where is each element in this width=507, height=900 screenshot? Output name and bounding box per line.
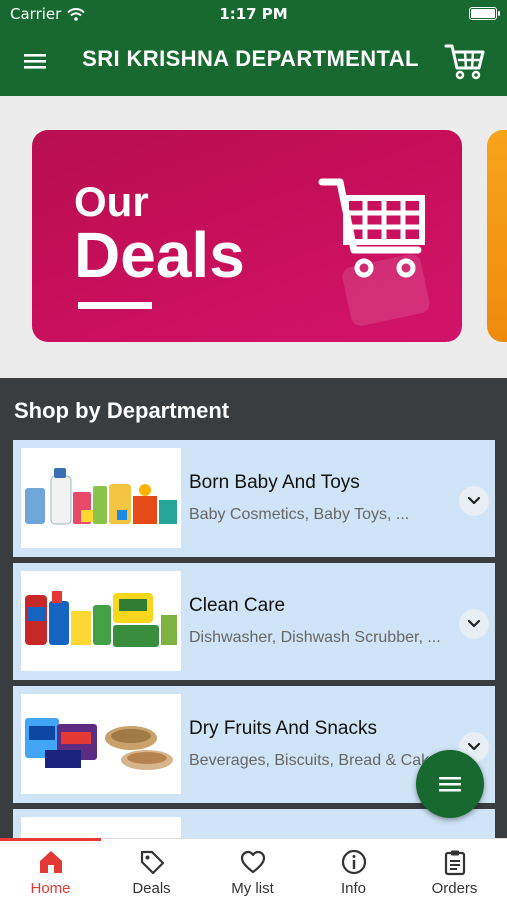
- our-deals-banner[interactable]: Our Deals: [32, 130, 462, 342]
- tab-label: Deals: [132, 880, 171, 897]
- department-name: Born Baby And Toys: [189, 472, 360, 493]
- app-bar: SRI KRISHNA DEPARTMENTAL: [0, 28, 507, 96]
- floating-menu-button[interactable]: [416, 750, 484, 818]
- info-icon: [341, 849, 367, 875]
- app-title: SRI KRISHNA DEPARTMENTAL: [82, 46, 419, 71]
- snacks-image: [25, 718, 173, 770]
- hamburger-menu-icon[interactable]: [22, 50, 48, 72]
- battery-icon: [469, 7, 500, 20]
- heart-icon: [240, 850, 266, 874]
- tab-orders[interactable]: Orders: [404, 839, 505, 900]
- status-bar: Carrier 1:17 PM: [0, 0, 507, 28]
- department-thumbnail: [21, 571, 181, 671]
- department-subcategories: Baby Cosmetics, Baby Toys, ...: [189, 506, 410, 523]
- shopping-cart-icon: [318, 178, 425, 278]
- department-card-partial[interactable]: [13, 809, 495, 838]
- list-menu-icon: [439, 777, 461, 792]
- deals-banner-carousel[interactable]: Our Deals: [0, 96, 507, 378]
- status-time: 1:17 PM: [219, 5, 288, 23]
- department-thumbnail: [21, 817, 181, 838]
- tab-deals[interactable]: Deals: [101, 839, 202, 900]
- baby-products-image: [25, 468, 177, 525]
- clipboard-icon: [444, 850, 466, 876]
- expand-chevron-icon[interactable]: [459, 486, 489, 516]
- department-thumbnail: [21, 448, 181, 548]
- department-name: Clean Care: [189, 595, 286, 616]
- department-card-born-baby-and-toys[interactable]: Born Baby And Toys Baby Cosmetics, Baby …: [13, 440, 495, 557]
- cart-icon[interactable]: [443, 40, 487, 82]
- tab-label: Home: [30, 880, 71, 897]
- department-thumbnail: [21, 694, 181, 794]
- department-card-clean-care[interactable]: Clean Care Dishwasher, Dishwash Scrubber…: [13, 563, 495, 680]
- cleaning-products-image: [25, 591, 177, 647]
- department-subcategories: Dishwasher, Dishwash Scrubber, ...: [189, 629, 441, 646]
- banner-underline: [78, 302, 152, 309]
- tab-label: Orders: [431, 880, 478, 897]
- active-tab-indicator: [0, 838, 101, 841]
- home-icon: [40, 851, 62, 873]
- tab-label: My list: [231, 880, 274, 897]
- bottom-tab-bar: Home Deals My list Info Orders: [0, 838, 507, 900]
- section-title: Shop by Department: [14, 398, 230, 423]
- department-name: Dry Fruits And Snacks: [189, 718, 377, 739]
- next-banner[interactable]: [487, 130, 507, 342]
- expand-chevron-icon[interactable]: [459, 609, 489, 639]
- department-subcategories: Beverages, Biscuits, Bread & Cake, ...: [189, 752, 451, 769]
- tab-my-list[interactable]: My list: [202, 839, 303, 900]
- tag-icon: [140, 850, 165, 875]
- tab-home[interactable]: Home: [0, 838, 101, 900]
- banner-line2: Deals: [74, 219, 245, 291]
- tab-label: Info: [340, 880, 367, 897]
- tab-info[interactable]: Info: [303, 839, 404, 900]
